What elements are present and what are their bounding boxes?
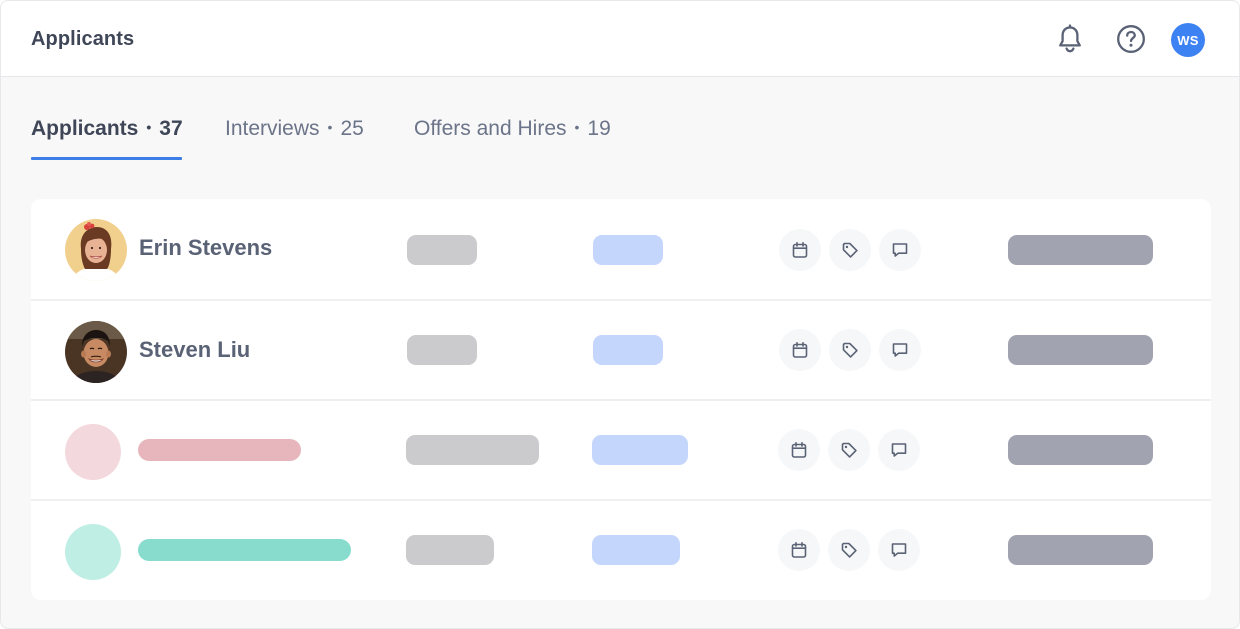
schedule-button[interactable] — [778, 529, 820, 571]
tag-icon — [842, 242, 858, 258]
separator-dot: • — [146, 119, 152, 135]
placeholder-bar — [1008, 235, 1153, 265]
avatar-placeholder — [65, 424, 121, 480]
tab-count: 37 — [159, 117, 183, 140]
placeholder-bar — [1008, 435, 1153, 465]
comment-icon — [891, 443, 907, 457]
applicant-row[interactable]: Steven Liu — [31, 299, 1211, 399]
placeholder-bar — [1008, 535, 1153, 565]
top-bar: Applicants WS — [1, 1, 1239, 77]
tab-applicants[interactable]: Applicants • 37 — [31, 117, 183, 161]
placeholder-bar — [407, 235, 477, 265]
page-title: Applicants — [31, 28, 135, 50]
tag-icon — [842, 342, 858, 358]
tag-button[interactable] — [829, 329, 871, 371]
comment-icon — [891, 543, 907, 557]
applicant-name: Steven Liu — [139, 337, 251, 362]
comment-button[interactable] — [879, 329, 921, 371]
tag-button[interactable] — [828, 429, 870, 471]
comment-button[interactable] — [879, 229, 921, 271]
placeholder-bar — [406, 535, 494, 565]
app-window: Applicants WS Applicants • 37 Interviews • 2… — [0, 0, 1240, 629]
applicant-name: Erin Stevens — [139, 235, 273, 260]
tab-label: Offers and Hires — [414, 117, 567, 140]
schedule-button[interactable] — [779, 229, 821, 271]
schedule-button[interactable] — [778, 429, 820, 471]
avatar — [65, 321, 127, 383]
tag-icon — [841, 542, 857, 558]
schedule-button[interactable] — [779, 329, 821, 371]
tag-button[interactable] — [829, 229, 871, 271]
tab-interviews[interactable]: Interviews • 25 — [225, 117, 364, 161]
placeholder-bar — [593, 335, 663, 365]
placeholder-bar — [406, 435, 539, 465]
bell-icon[interactable] — [1054, 23, 1086, 55]
tab-offers-and-hires[interactable]: Offers and Hires • 19 — [414, 117, 611, 161]
tab-label: Applicants — [31, 117, 139, 140]
placeholder-bar — [407, 335, 477, 365]
comment-icon — [892, 243, 908, 257]
applicant-row[interactable] — [31, 499, 1211, 599]
user-avatar[interactable]: WS — [1171, 23, 1205, 57]
tab-label: Interviews — [225, 117, 320, 140]
placeholder-bar — [592, 435, 688, 465]
avatar — [65, 219, 127, 281]
tab-count: 19 — [587, 117, 611, 140]
comment-icon — [892, 343, 908, 357]
applicant-row[interactable] — [31, 399, 1211, 499]
applicant-row[interactable]: Erin Stevens — [31, 199, 1211, 299]
calendar-icon — [791, 441, 807, 458]
separator-dot: • — [327, 119, 333, 135]
tag-button[interactable] — [828, 529, 870, 571]
name-placeholder — [138, 539, 351, 561]
placeholder-bar — [592, 535, 680, 565]
calendar-icon — [792, 241, 808, 258]
comment-button[interactable] — [878, 429, 920, 471]
avatar-placeholder — [65, 524, 121, 580]
name-placeholder — [138, 439, 301, 461]
calendar-icon — [791, 541, 807, 558]
separator-dot: • — [574, 119, 580, 135]
active-tab-indicator — [31, 157, 182, 160]
calendar-icon — [792, 341, 808, 358]
help-icon[interactable] — [1115, 23, 1147, 55]
tag-icon — [841, 442, 857, 458]
placeholder-bar — [1008, 335, 1153, 365]
placeholder-bar — [593, 235, 663, 265]
tab-count: 25 — [340, 117, 364, 140]
applicant-list: Erin Stevens Steven Liu — [31, 199, 1211, 600]
comment-button[interactable] — [878, 529, 920, 571]
